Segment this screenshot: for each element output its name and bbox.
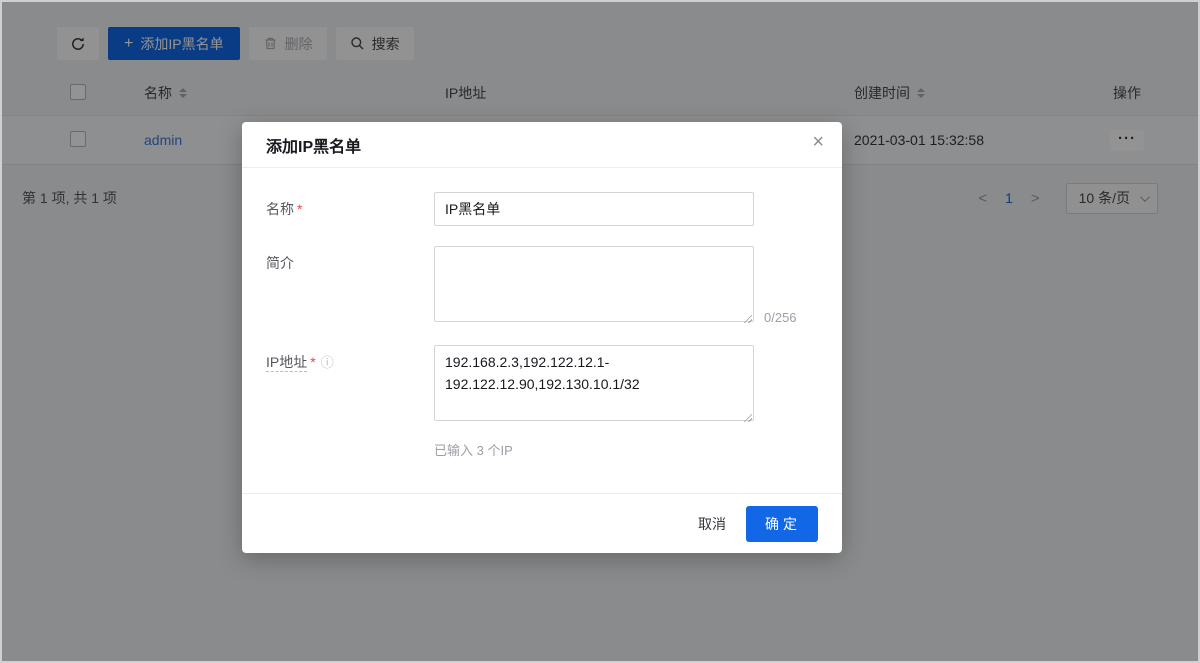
ip-field-label: IP地址* ⓘ — [266, 345, 434, 424]
dialog-footer: 取消 确定 — [242, 493, 842, 553]
add-ip-blacklist-dialog: 添加IP黑名单 × 名称* 简介 0/256 — [242, 122, 842, 553]
dialog-title: 添加IP黑名单 — [266, 133, 361, 157]
description-field-label: 简介 — [266, 246, 434, 325]
name-input[interactable] — [434, 192, 754, 226]
required-asterisk: * — [310, 354, 315, 370]
required-asterisk: * — [297, 201, 302, 217]
description-field-row: 简介 0/256 — [266, 246, 818, 325]
info-icon: ⓘ — [321, 355, 334, 370]
dialog-header: 添加IP黑名单 × — [242, 122, 842, 168]
char-counter: 0/256 — [764, 310, 797, 325]
name-field-row: 名称* — [266, 192, 818, 226]
description-textarea[interactable] — [434, 246, 754, 322]
ip-blacklist-page: + 添加IP黑名单 删除 搜索 名称 — [0, 0, 1200, 663]
cancel-button[interactable]: 取消 — [698, 514, 726, 534]
description-label-text: 简介 — [266, 255, 294, 271]
close-icon[interactable]: × — [812, 132, 824, 152]
name-label-text: 名称 — [266, 201, 294, 217]
ip-field-row: IP地址* ⓘ 192.168.2.3,192.122.12.1-192.122.… — [266, 345, 818, 424]
ip-count-hint: 已输入 3 个IP — [434, 440, 818, 459]
name-field-label: 名称* — [266, 192, 434, 226]
confirm-button[interactable]: 确定 — [746, 506, 818, 542]
ip-label-text: IP地址 — [266, 354, 307, 372]
ip-textarea[interactable]: 192.168.2.3,192.122.12.1-192.122.12.90,1… — [434, 345, 754, 421]
dialog-body: 名称* 简介 0/256 IP地址*ⓘ 192.168.2 — [242, 168, 842, 459]
